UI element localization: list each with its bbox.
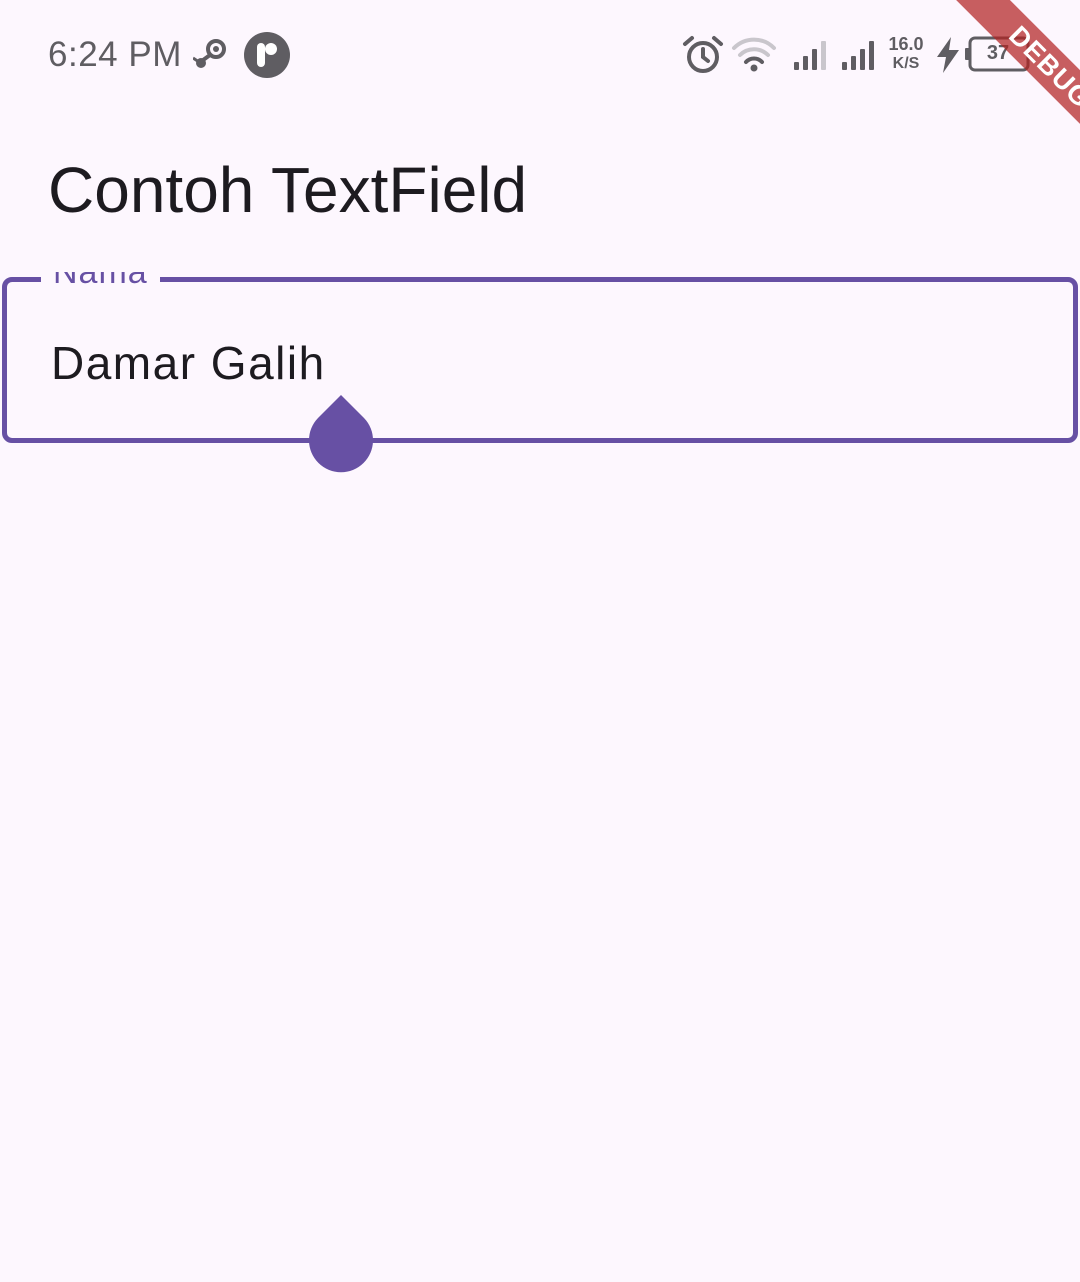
signal-icon [794, 41, 826, 70]
debug-banner-container: DEBUG [900, 0, 1080, 180]
name-input-value[interactable]: Damar Galih [51, 336, 326, 390]
alarm-icon [683, 36, 723, 73]
text-field-label: Nama [53, 272, 148, 289]
name-text-field[interactable]: Nama Damar Galih [2, 272, 1078, 443]
text-cursor-handle[interactable] [308, 394, 374, 474]
text-field-label-container: Nama [41, 272, 160, 290]
app-badge-icon [244, 32, 290, 78]
signal-icon [842, 41, 874, 70]
debug-banner: DEBUG [944, 0, 1080, 173]
steam-icon [193, 39, 226, 68]
page-title: Contoh TextField [48, 154, 528, 226]
wifi-icon [732, 37, 776, 72]
status-time: 6:24 PM [48, 35, 182, 74]
